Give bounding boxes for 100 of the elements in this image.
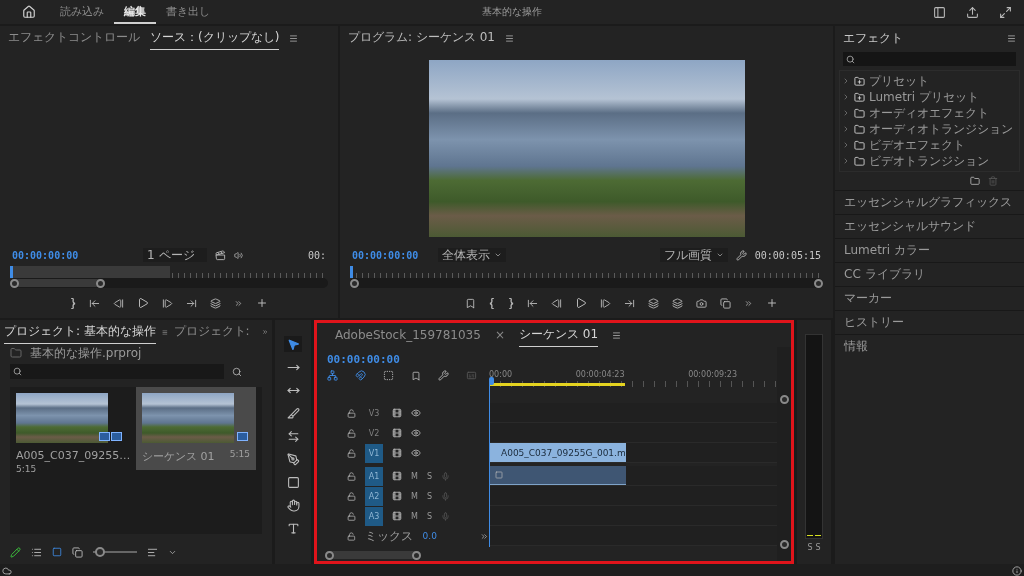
list-view-icon[interactable] <box>31 546 42 558</box>
playhead-handle[interactable] <box>489 377 494 385</box>
panel-toggle-button[interactable] <box>933 5 946 19</box>
step-forward-icon[interactable] <box>600 297 611 309</box>
slider-thumb[interactable] <box>94 547 105 557</box>
go-to-in-icon[interactable] <box>89 297 100 309</box>
lock-icon[interactable] <box>347 531 356 541</box>
camera-icon[interactable] <box>696 297 707 309</box>
video-clip[interactable]: A005_C037_09255G_001.m <box>489 443 626 462</box>
tool-button[interactable] <box>284 497 302 513</box>
lock-icon[interactable] <box>347 408 356 418</box>
menu-icon[interactable] <box>504 33 514 43</box>
info-icon[interactable] <box>1012 566 1022 576</box>
pencil-icon[interactable] <box>10 546 21 558</box>
audio-clip[interactable] <box>489 466 626 485</box>
step-back-icon[interactable] <box>113 297 124 309</box>
step-forward-icon[interactable] <box>162 297 173 309</box>
play-icon[interactable] <box>137 297 149 309</box>
search-field[interactable] <box>10 364 224 379</box>
sequence-tab[interactable]: AdobeStock_159781035 <box>335 324 481 346</box>
go-to-out-icon[interactable] <box>186 297 197 309</box>
workspace-tab[interactable]: 書き出し <box>156 0 220 24</box>
tool-button[interactable] <box>284 451 302 467</box>
new-bin-icon[interactable] <box>970 176 980 186</box>
panel-section[interactable]: CC ライブラリ <box>835 262 1024 286</box>
fullscreen-button[interactable] <box>999 5 1012 19</box>
zoom-scrollbar[interactable] <box>350 278 823 288</box>
play-icon[interactable] <box>575 297 587 309</box>
close-tab-button[interactable]: × <box>494 328 505 342</box>
audio-drag-icon[interactable] <box>234 250 244 260</box>
icon-view-icon[interactable] <box>52 547 62 557</box>
panel-section[interactable]: エッセンシャルグラフィックス <box>835 190 1024 214</box>
solo-button[interactable]: S <box>815 543 821 552</box>
fit-select[interactable]: 全体表示 <box>438 248 507 262</box>
panel-section[interactable]: Lumetri カラー <box>835 238 1024 262</box>
more-icon[interactable] <box>261 327 268 337</box>
workspace-tab[interactable]: 編集 <box>114 0 156 24</box>
workspace-tab[interactable]: 読み込み <box>50 0 114 24</box>
panel-section[interactable]: マーカー <box>835 286 1024 310</box>
panel-section[interactable]: 情報 <box>835 334 1024 358</box>
panel-section[interactable]: ヒストリー <box>835 310 1024 334</box>
compare-icon[interactable] <box>720 297 731 309</box>
effect-folder[interactable]: ビデオトランジション <box>840 153 1019 169</box>
mute-button[interactable]: M <box>411 471 418 481</box>
media-item[interactable]: A005_C037_09255… 5:15 <box>10 387 130 480</box>
effect-folder[interactable]: オーディオエフェクト <box>840 105 1019 121</box>
marker-icon[interactable] <box>411 370 421 381</box>
freeform-view-icon[interactable] <box>72 546 83 558</box>
media-item[interactable]: シーケンス 01 5:15 <box>136 387 256 470</box>
snap-icon[interactable] <box>355 370 366 381</box>
go-to-in-icon[interactable] <box>527 297 538 309</box>
more-icon[interactable] <box>744 298 753 308</box>
vertical-scrollbar[interactable] <box>777 347 791 561</box>
track-target[interactable]: A1 <box>365 466 383 486</box>
mix-value[interactable]: 0.0 <box>422 531 437 541</box>
marker-icon[interactable] <box>465 297 476 309</box>
mix-collapse-icon[interactable] <box>480 531 489 541</box>
linked-selection-icon[interactable] <box>383 370 394 381</box>
track-target[interactable]: V3 <box>365 403 383 423</box>
effect-folder[interactable]: プリセット <box>840 73 1019 89</box>
mark-out-icon[interactable] <box>508 297 514 309</box>
find-icon[interactable] <box>232 366 242 377</box>
more-icon[interactable] <box>234 298 243 308</box>
track-target[interactable]: A2 <box>365 486 383 506</box>
clip-drag-icon[interactable] <box>215 249 227 261</box>
panel-tab[interactable]: エフェクトコントロール <box>8 26 140 50</box>
mark-in-icon[interactable] <box>489 297 495 309</box>
menu-icon[interactable] <box>612 330 622 340</box>
sort-icon[interactable] <box>147 546 158 558</box>
track-target[interactable]: V1 <box>365 443 383 463</box>
share-button[interactable] <box>966 5 979 19</box>
page-select[interactable]: 1 ページ <box>143 248 208 262</box>
eye-icon[interactable] <box>411 448 421 458</box>
panel-tab[interactable]: プロジェクト: <box>173 320 250 344</box>
wrench-icon[interactable] <box>438 370 449 381</box>
eye-icon[interactable] <box>411 408 421 418</box>
solo-button[interactable]: S <box>426 511 432 521</box>
tool-button[interactable] <box>284 336 302 352</box>
cloud-icon[interactable] <box>2 566 12 576</box>
sequence-tab[interactable]: シーケンス 01 <box>518 323 599 347</box>
mark-out-icon[interactable] <box>70 297 76 309</box>
panel-tab[interactable]: ソース：(クリップなし) <box>150 26 280 50</box>
lock-icon[interactable] <box>347 428 356 438</box>
nest-icon[interactable] <box>327 370 338 381</box>
go-to-out-icon[interactable] <box>624 297 635 309</box>
track-target[interactable]: V2 <box>365 423 383 443</box>
track-target[interactable]: A3 <box>365 506 383 526</box>
lock-icon[interactable] <box>347 511 356 521</box>
effect-folder[interactable]: Lumetri プリセット <box>840 89 1019 105</box>
solo-button[interactable]: S <box>426 491 432 501</box>
menu-icon[interactable] <box>161 327 168 337</box>
solo-button[interactable]: S <box>807 543 813 552</box>
home-button[interactable] <box>22 5 36 19</box>
mute-button[interactable]: M <box>411 491 418 501</box>
effect-folder[interactable]: ビデオエフェクト <box>840 137 1019 153</box>
effect-folder[interactable]: オーディオトランジション <box>840 121 1019 137</box>
panel-section[interactable]: エッセンシャルサウンド <box>835 214 1024 238</box>
mute-button[interactable]: M <box>411 511 418 521</box>
zoom-scrollbar[interactable] <box>10 278 328 288</box>
panel-tab[interactable]: プロジェクト: 基本的な操作 <box>4 320 156 344</box>
